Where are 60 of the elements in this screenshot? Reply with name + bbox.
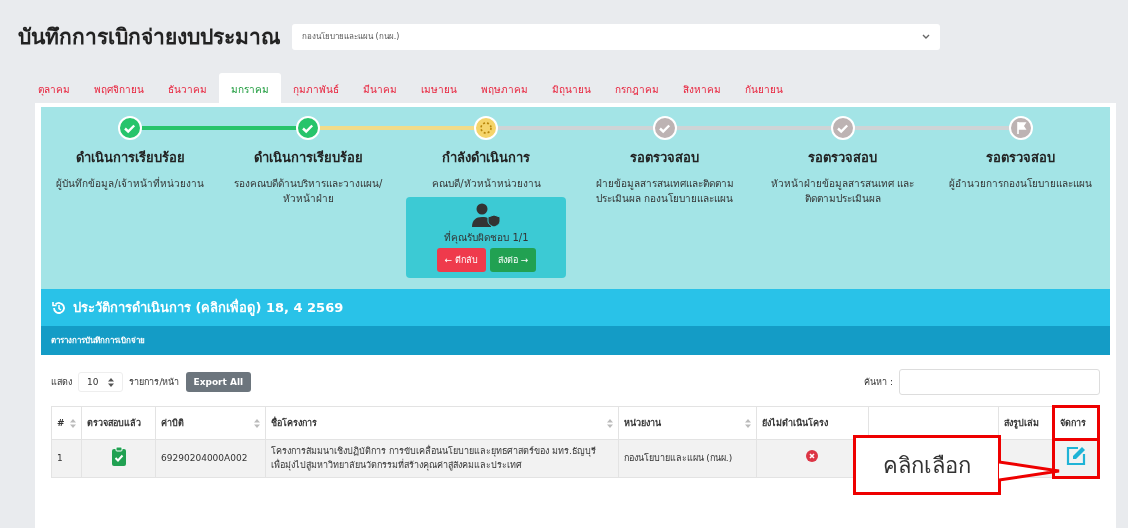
column-header[interactable]: หน่วยงาน xyxy=(618,406,757,440)
export-button[interactable]: Export All xyxy=(185,372,252,392)
step-title: รอตรวจสอบ xyxy=(630,149,700,167)
edit-icon[interactable] xyxy=(1064,445,1087,468)
page-size-select[interactable]: 10 xyxy=(78,372,124,392)
history-bar[interactable]: ประวัติการดำเนินการ (คลิกเพื่อดู) 18, 4 2569 xyxy=(41,289,1110,326)
column-header[interactable]: ส่งรูปเล่ม xyxy=(998,406,1054,440)
step-title: กำลังดำเนินการ xyxy=(442,149,531,167)
month-tab[interactable]: สิงหาคม xyxy=(671,73,733,103)
month-tab[interactable]: เมษายน xyxy=(409,73,469,103)
check-circle-icon xyxy=(652,116,677,140)
step-title: ดำเนินการเรียบร้อย xyxy=(253,149,363,167)
flag-circle-icon xyxy=(1008,116,1033,140)
step-role: ผู้อำนวยการกองนโยบายและแผน xyxy=(948,177,1094,191)
spinner-circle-icon xyxy=(474,116,499,140)
month-tab[interactable]: มิถุนายน xyxy=(540,73,603,103)
month-tab[interactable]: พฤษภาคม xyxy=(469,73,540,103)
user-shield-icon xyxy=(470,203,503,227)
reject-button[interactable]: ← ตีกลับ xyxy=(436,248,486,272)
month-tab[interactable]: ตุลาคม xyxy=(26,73,82,103)
per-page-label: รายการ/หน้า xyxy=(129,376,180,389)
search-field[interactable] xyxy=(899,369,1100,395)
table-cell: โครงการสัมมนาเชิงปฏิบัติการ การขับเคลื่อนนโยบายและยุทธศาสตร์ของ มทร.ธัญบุรี เพื่อมุ่งไปสู่มหาวิทยาลัยนวัตกรรมที่สร้างคุณค่าสู่สังคมและประเทศ xyxy=(265,439,618,478)
month-tab[interactable]: พฤศจิกายน xyxy=(82,73,156,103)
table-cell: กองนโยบายและแผน (กนผ.) xyxy=(618,439,757,478)
step-role: ผู้บันทึกข้อมูล/เจ้าหน้าที่หน่วยงาน xyxy=(55,176,205,191)
step-title: รอตรวจสอบ xyxy=(808,149,878,167)
table-cell: 69290204000A002 xyxy=(155,439,266,478)
column-header[interactable]: ค่าบิติ xyxy=(155,406,266,440)
month-tab[interactable]: กุมภาพันธ์ xyxy=(281,73,351,103)
month-tab[interactable]: มกราคม xyxy=(219,73,281,103)
history-icon xyxy=(51,299,67,316)
step-role: รองคณบดีด้านบริหารและวางแผน/หัวหน้าฝ่าย xyxy=(233,177,384,206)
month-tab[interactable]: ธันวาคม xyxy=(156,73,219,103)
callout-box: คลิกเลือก xyxy=(853,435,1001,495)
task-count: ที่คุณรับผิดชอบ 1/1 xyxy=(444,230,529,245)
column-header[interactable]: จัดการ xyxy=(1053,406,1099,440)
step-role: หัวหน้าฝ่ายข้อมูลสารสนเทศ และติดตามประเมินผล xyxy=(770,177,916,206)
page-title: บันทึกการเบิกจ่ายงบประมาณ xyxy=(18,24,280,51)
table-cell: 1 xyxy=(51,439,82,478)
month-tab[interactable]: มีนาคม xyxy=(351,73,409,103)
step-title: ดำเนินการเรียบร้อย xyxy=(75,149,185,167)
month-tab[interactable]: กรกฎาคม xyxy=(603,73,671,103)
dropdown-caret-icon xyxy=(922,33,930,40)
section-title: ตารางการบันทึกการเบิกจ่าย xyxy=(51,336,145,345)
select-arrows-icon xyxy=(108,377,115,387)
history-text: ประวัติการดำเนินการ (คลิกเพื่อดู) 18, 4 2569 xyxy=(73,297,344,318)
department-select[interactable]: กองนโยบายและแผน (กนผ.) xyxy=(292,23,940,50)
column-header[interactable]: ชื่อโครงการ xyxy=(265,406,618,440)
column-header[interactable]: ยังไม่ดำเนินโครง xyxy=(756,406,869,440)
search-label: ค้นหา : xyxy=(864,376,893,389)
check-circle-icon xyxy=(830,116,855,140)
column-header[interactable]: ตรวจสอบแล้ว xyxy=(81,406,156,440)
step-title: รอตรวจสอบ xyxy=(986,149,1056,167)
show-label: แสดง xyxy=(51,376,72,389)
forward-button[interactable]: ส่งต่อ → xyxy=(489,248,537,272)
month-tab[interactable]: กันยายน xyxy=(733,73,795,103)
step-role: คณบดี/หัวหน้าหน่วยงาน xyxy=(431,177,542,191)
column-header[interactable]: # xyxy=(51,406,82,440)
step-role: ฝ่ายข้อมูลสารสนเทศและติดตามประเมินผล กองนโยบายและแผน xyxy=(594,177,735,206)
